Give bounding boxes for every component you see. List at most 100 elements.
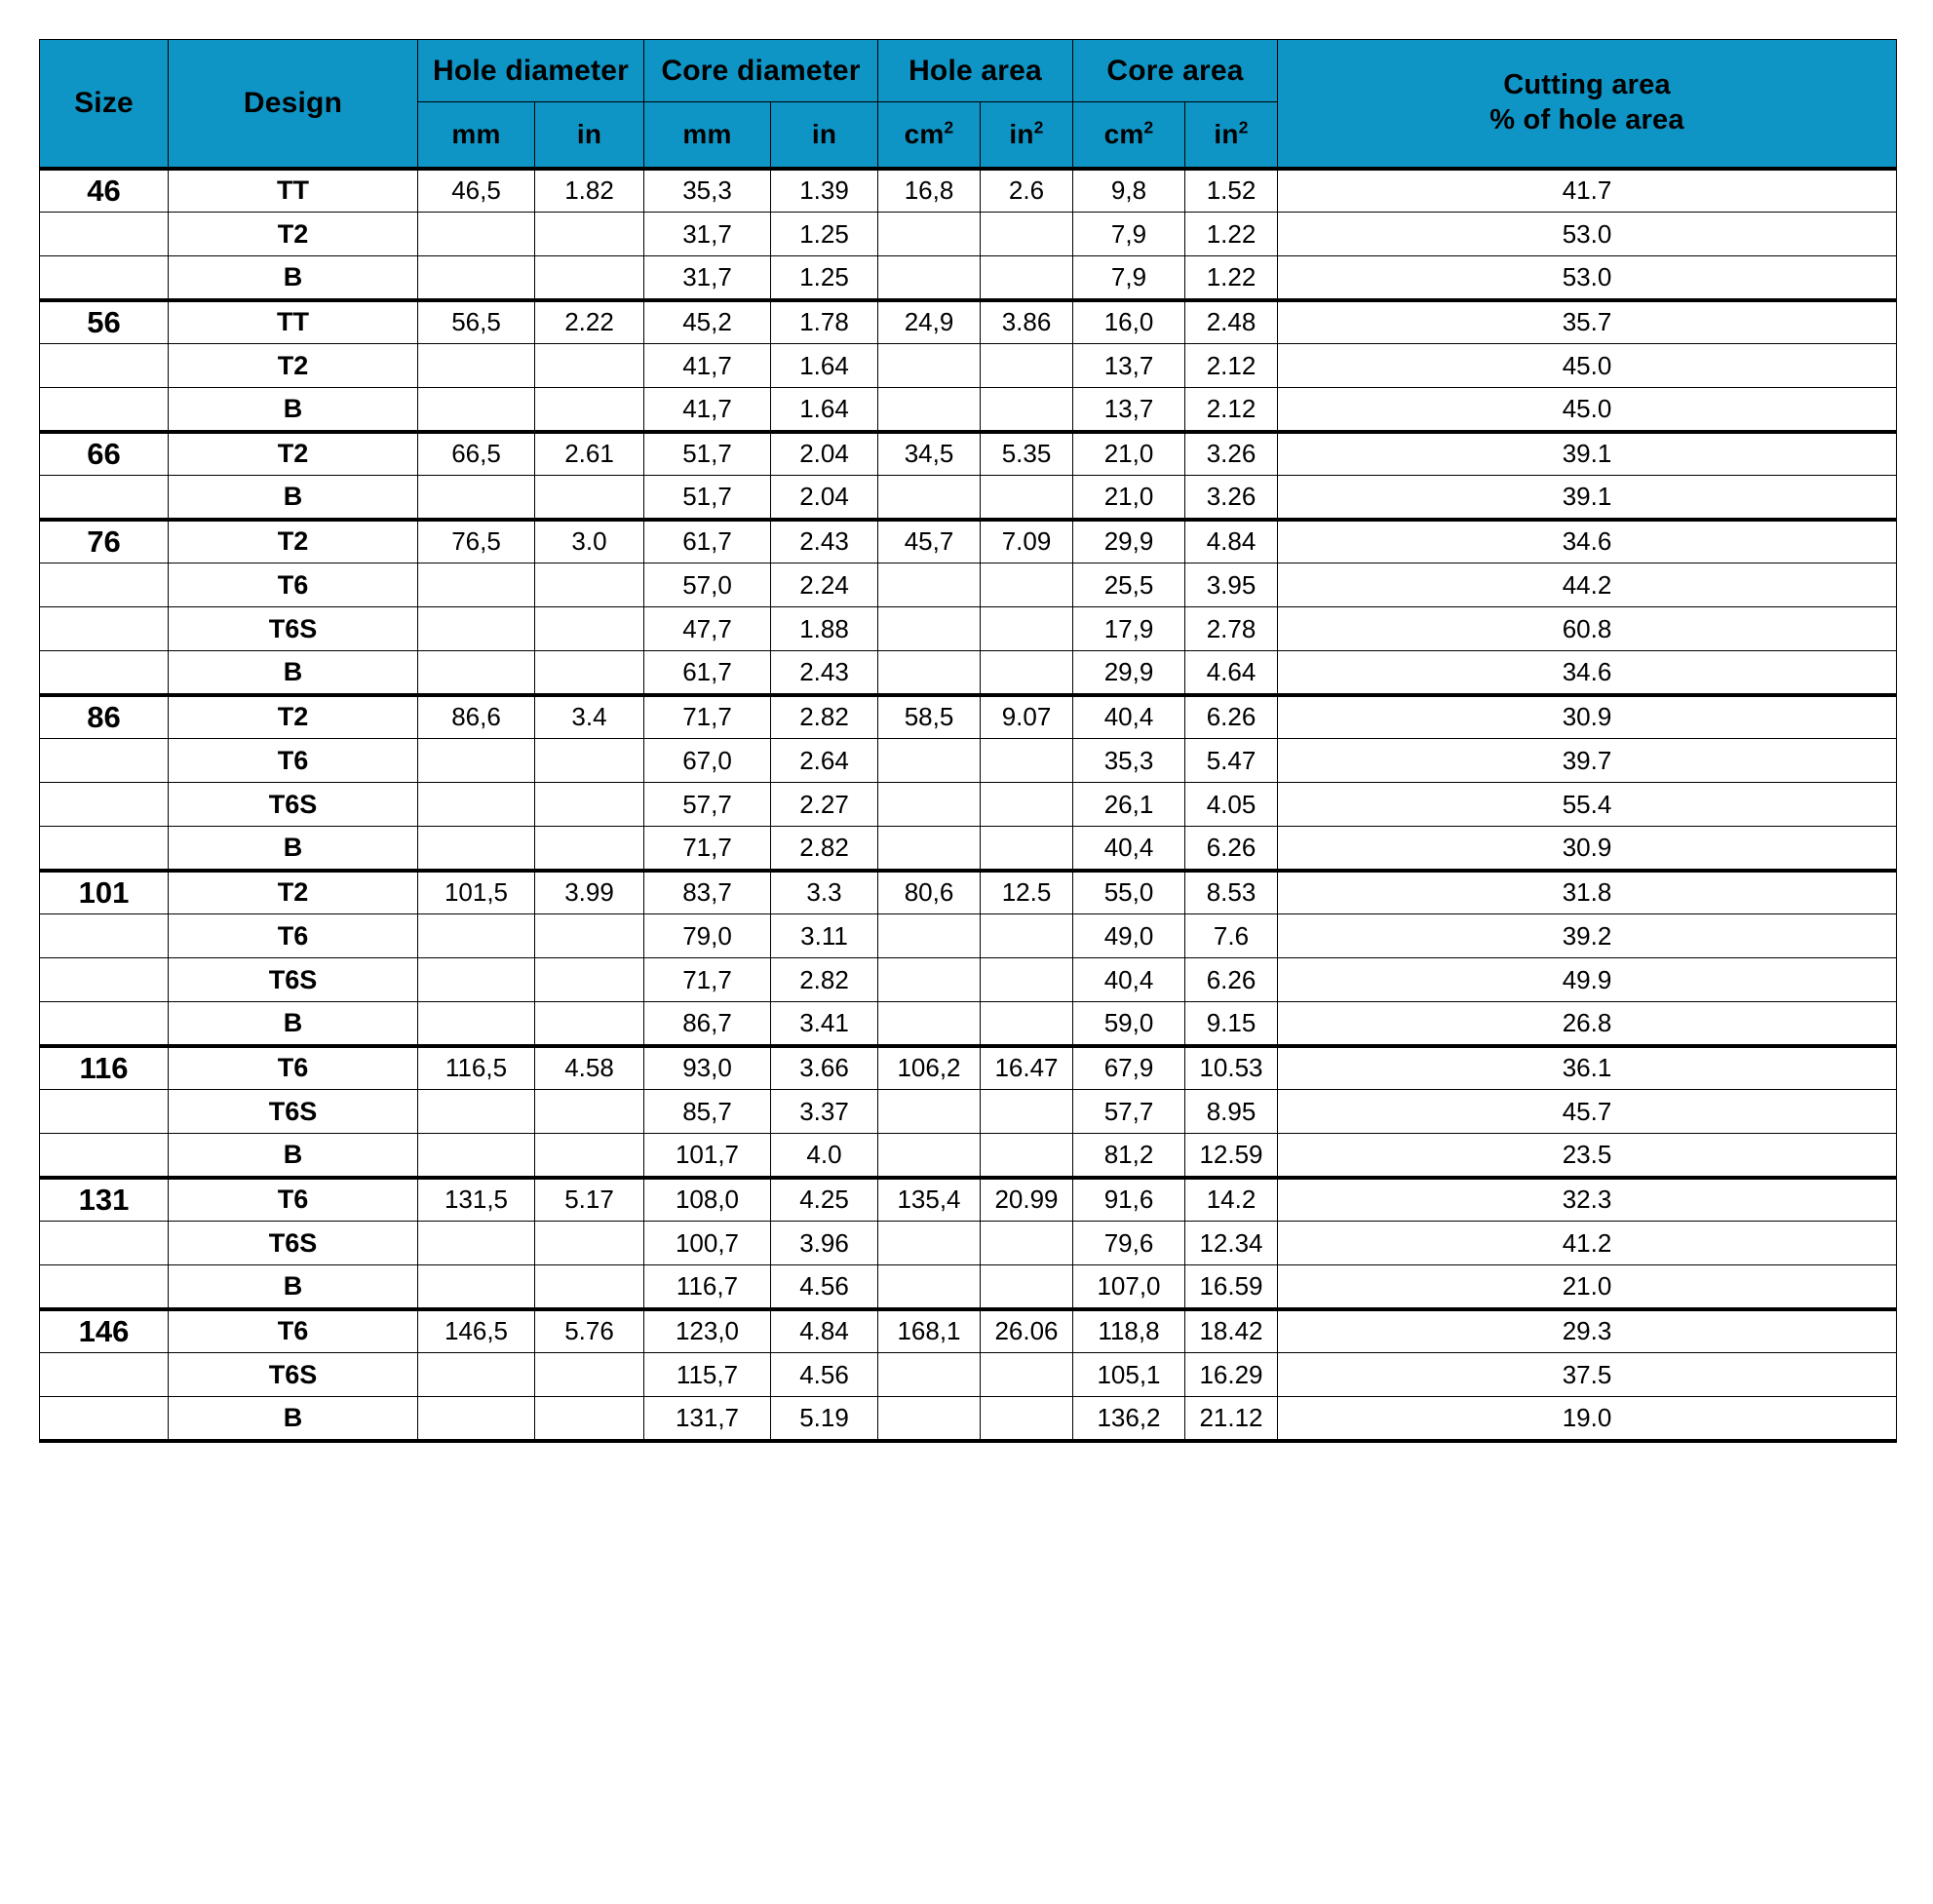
row-cell-hole-area-in2: 2.6 <box>980 166 1073 213</box>
row-cell-core-diameter-in: 5.19 <box>770 1396 878 1443</box>
row-cell-design: T2 <box>168 692 418 739</box>
row-cell-hole-area-in2 <box>980 255 1073 300</box>
table-row: T6 79,0 3.11 49,0 7.6 39.2 <box>39 913 1897 958</box>
row-cell-size: 146 <box>39 1306 169 1353</box>
row-cell-core-area-in2: 2.78 <box>1184 606 1278 651</box>
row-cell-design: T2 <box>168 343 418 388</box>
row-cell-hole-diameter-mm <box>417 343 535 388</box>
column-header-size: Size <box>39 39 169 169</box>
row-cell-hole-area-cm2: 45,7 <box>877 517 981 563</box>
row-cell-hole-diameter-mm <box>417 738 535 783</box>
row-cell-cutting-area: 41.2 <box>1277 1221 1897 1265</box>
row-cell-core-diameter-mm: 67,0 <box>643 738 771 783</box>
row-cell-cutting-area: 45.7 <box>1277 1089 1897 1134</box>
row-cell-hole-area-cm2 <box>877 1352 981 1397</box>
row-cell-design: T2 <box>168 517 418 563</box>
row-cell-design: B <box>168 650 418 695</box>
row-cell-hole-area-cm2 <box>877 1089 981 1134</box>
table-row: 146 T6 146,5 5.76 123,0 4.84 168,1 26.06 118,8 18… <box>39 1306 1897 1353</box>
row-cell-hole-diameter-mm <box>417 1133 535 1178</box>
row-cell-hole-diameter-in <box>534 1001 644 1046</box>
row-cell-hole-area-in2 <box>980 1352 1073 1397</box>
row-cell-cutting-area: 53.0 <box>1277 255 1897 300</box>
row-cell-hole-area-cm2: 135,4 <box>877 1175 981 1222</box>
row-cell-core-diameter-mm: 41,7 <box>643 387 771 432</box>
row-cell-hole-diameter-in: 2.61 <box>534 429 644 476</box>
row-cell-hole-area-cm2: 58,5 <box>877 692 981 739</box>
row-cell-hole-diameter-in: 4.58 <box>534 1043 644 1090</box>
row-cell-core-diameter-in: 2.43 <box>770 650 878 695</box>
row-cell-core-area-cm2: 35,3 <box>1072 738 1185 783</box>
row-cell-hole-area-cm2: 106,2 <box>877 1043 981 1090</box>
row-cell-core-diameter-mm: 61,7 <box>643 650 771 695</box>
row-cell-hole-area-in2 <box>980 343 1073 388</box>
row-cell-core-area-cm2: 67,9 <box>1072 1043 1185 1090</box>
row-cell-hole-area-cm2: 80,6 <box>877 868 981 914</box>
row-cell-core-diameter-in: 2.43 <box>770 517 878 563</box>
row-cell-hole-area-cm2 <box>877 782 981 827</box>
row-cell-cutting-area: 30.9 <box>1277 692 1897 739</box>
row-cell-hole-area-cm2 <box>877 1264 981 1309</box>
row-cell-cutting-area: 53.0 <box>1277 212 1897 256</box>
row-cell-hole-area-in2 <box>980 387 1073 432</box>
row-cell-cutting-area: 31.8 <box>1277 868 1897 914</box>
row-cell-hole-diameter-mm <box>417 255 535 300</box>
unit-header-hole-diameter-in: in <box>534 101 644 171</box>
row-cell-core-diameter-in: 1.78 <box>770 297 878 344</box>
row-cell-hole-diameter-in <box>534 1221 644 1265</box>
row-cell-hole-area-cm2 <box>877 563 981 607</box>
table-row: T6S 85,7 3.37 57,7 8.95 45.7 <box>39 1089 1897 1134</box>
row-cell-core-diameter-mm: 61,7 <box>643 517 771 563</box>
row-cell-hole-area-cm2 <box>877 957 981 1002</box>
row-cell-hole-area-in2 <box>980 738 1073 783</box>
row-cell-hole-diameter-in <box>534 1264 644 1309</box>
row-cell-core-diameter-in: 1.25 <box>770 212 878 256</box>
row-cell-core-diameter-mm: 31,7 <box>643 255 771 300</box>
table-row: 46 TT 46,5 1.82 35,3 1.39 16,8 2.6 9,8 1.52 41.7 <box>39 166 1897 213</box>
row-cell-core-area-in2: 3.95 <box>1184 563 1278 607</box>
row-cell-size <box>39 738 169 783</box>
row-cell-core-area-in2: 16.29 <box>1184 1352 1278 1397</box>
table-row: T6S 47,7 1.88 17,9 2.78 60.8 <box>39 606 1897 651</box>
table-body: 46 TT 46,5 1.82 35,3 1.39 16,8 2.6 9,8 1.52 41.7 T2… <box>39 166 1897 1443</box>
row-cell-hole-area-in2 <box>980 913 1073 958</box>
row-cell-hole-area-cm2 <box>877 255 981 300</box>
row-cell-core-area-cm2: 40,4 <box>1072 826 1185 871</box>
row-cell-core-area-cm2: 16,0 <box>1072 297 1185 344</box>
row-cell-cutting-area: 39.2 <box>1277 913 1897 958</box>
row-cell-core-diameter-mm: 116,7 <box>643 1264 771 1309</box>
row-cell-core-diameter-in: 2.04 <box>770 475 878 520</box>
row-cell-core-diameter-in: 3.66 <box>770 1043 878 1090</box>
row-cell-design: T2 <box>168 429 418 476</box>
row-cell-cutting-area: 60.8 <box>1277 606 1897 651</box>
column-header-core-diameter: Core diameter <box>643 39 878 102</box>
table-row: T2 41,7 1.64 13,7 2.12 45.0 <box>39 343 1897 388</box>
unit-header-core-area-in2: in2 <box>1184 101 1278 171</box>
row-cell-size: 101 <box>39 868 169 914</box>
unit-exponent: 2 <box>1238 117 1249 137</box>
cutting-area-line-1: Cutting area <box>1503 69 1671 101</box>
row-cell-core-area-in2: 1.52 <box>1184 166 1278 213</box>
row-cell-hole-diameter-in <box>534 387 644 432</box>
row-cell-hole-diameter-in <box>534 606 644 651</box>
row-cell-hole-area-in2: 12.5 <box>980 868 1073 914</box>
row-cell-core-area-cm2: 21,0 <box>1072 429 1185 476</box>
row-cell-core-area-cm2: 118,8 <box>1072 1306 1185 1353</box>
row-cell-size <box>39 563 169 607</box>
row-cell-design: B <box>168 1133 418 1178</box>
row-cell-cutting-area: 34.6 <box>1277 650 1897 695</box>
row-cell-cutting-area: 36.1 <box>1277 1043 1897 1090</box>
row-cell-hole-area-cm2 <box>877 650 981 695</box>
table-row: B 71,7 2.82 40,4 6.26 30.9 <box>39 826 1897 871</box>
row-cell-core-area-in2: 3.26 <box>1184 429 1278 476</box>
table-row: B 116,7 4.56 107,0 16.59 21.0 <box>39 1264 1897 1309</box>
row-cell-design: T6S <box>168 782 418 827</box>
row-cell-core-diameter-mm: 131,7 <box>643 1396 771 1443</box>
row-cell-core-diameter-mm: 57,0 <box>643 563 771 607</box>
row-cell-size <box>39 957 169 1002</box>
row-cell-core-area-cm2: 49,0 <box>1072 913 1185 958</box>
row-cell-cutting-area: 41.7 <box>1277 166 1897 213</box>
row-cell-hole-diameter-in <box>534 738 644 783</box>
row-cell-core-area-in2: 1.22 <box>1184 255 1278 300</box>
column-header-cutting-area: Cutting area % of hole area <box>1277 39 1897 169</box>
